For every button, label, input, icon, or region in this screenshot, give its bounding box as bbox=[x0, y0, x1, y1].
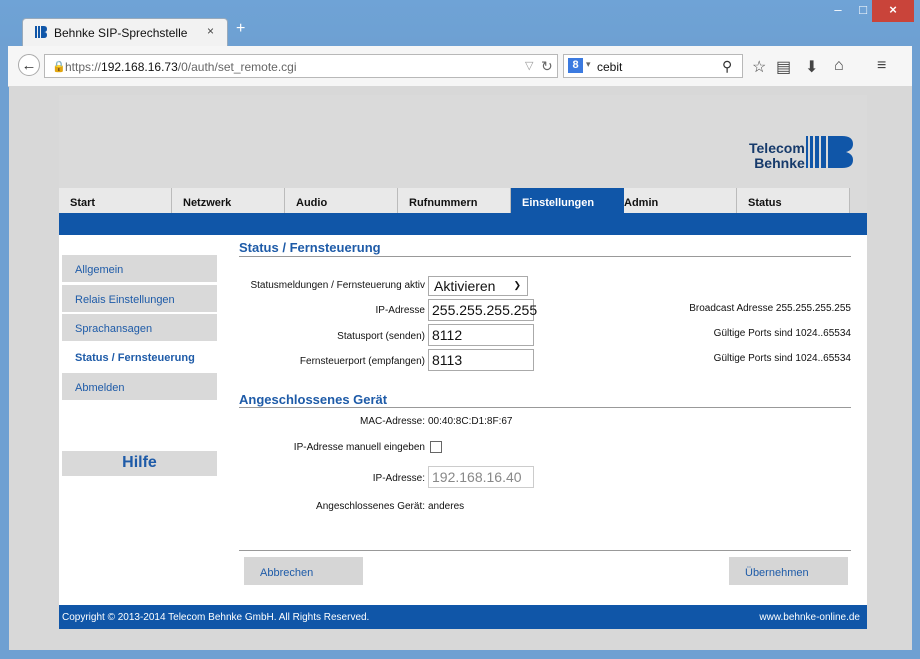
menu-icon[interactable]: ≡ bbox=[877, 57, 886, 75]
divider bbox=[239, 256, 851, 257]
statusport-hint: Gültige Ports sind 1024..65534 bbox=[713, 328, 851, 339]
divider bbox=[239, 550, 851, 551]
tab-netzwerk[interactable]: Netzwerk bbox=[172, 188, 285, 213]
section-title-status: Status / Fernsteuerung bbox=[239, 240, 381, 255]
tab-rufnummern[interactable]: Rufnummern bbox=[398, 188, 511, 213]
home-icon[interactable]: ⌂ bbox=[834, 57, 844, 75]
help-button[interactable]: Hilfe bbox=[62, 451, 217, 476]
device-ip-label: IP-Adresse: bbox=[372, 473, 425, 484]
remoteport-input[interactable]: 8113 bbox=[428, 349, 534, 371]
tab-status[interactable]: Status bbox=[737, 188, 850, 213]
search-input[interactable]: cebit bbox=[597, 60, 622, 74]
lock-icon: 🔒 bbox=[52, 61, 66, 73]
reading-list-icon[interactable]: ▤ bbox=[776, 57, 791, 77]
website-link[interactable]: www.behnke-online.de bbox=[759, 612, 860, 623]
tab-close-icon[interactable]: × bbox=[207, 24, 214, 38]
mac-value: 00:40:8C:D1:8F:67 bbox=[428, 416, 513, 427]
sidebar-item-relais[interactable]: Relais Einstellungen bbox=[62, 285, 217, 312]
ip-address-input[interactable]: 255.255.255.255 bbox=[428, 299, 537, 321]
tab-audio[interactable]: Audio bbox=[285, 188, 398, 213]
minimize-button[interactable]: – bbox=[826, 0, 850, 22]
search-engine-dropdown-icon[interactable]: ▾ bbox=[586, 59, 591, 70]
download-icon[interactable]: ⬇ bbox=[805, 57, 818, 77]
sidebar-item-allgemein[interactable]: Allgemein bbox=[62, 255, 217, 282]
search-bar[interactable]: 8 ▾ cebit ⚲ bbox=[563, 54, 743, 78]
browser-toolbar: ← 🔒 https://192.168.16.73/0/auth/set_rem… bbox=[8, 46, 912, 87]
nav-underline-bar bbox=[59, 213, 867, 235]
page-content: Telecom Behnke Start Netzwerk Audio Rufn… bbox=[9, 86, 912, 650]
page-header: Telecom Behnke bbox=[59, 95, 867, 188]
cancel-button[interactable]: Abbrechen bbox=[244, 557, 363, 585]
behnke-favicon-icon bbox=[35, 26, 47, 38]
manual-ip-label: IP-Adresse manuell eingeben bbox=[293, 442, 425, 453]
search-go-icon[interactable]: ⚲ bbox=[722, 58, 732, 75]
telecom-behnke-logo-icon bbox=[806, 136, 853, 168]
sidebar-item-sprachansagen[interactable]: Sprachansagen bbox=[62, 314, 217, 341]
title-bar: Behnke SIP-Sprechstelle × + – □ × bbox=[0, 0, 920, 46]
apply-button[interactable]: Übernehmen bbox=[729, 557, 848, 585]
new-tab-icon[interactable]: + bbox=[236, 20, 245, 38]
sidebar-item-abmelden[interactable]: Abmelden bbox=[62, 373, 217, 400]
sidebar-item-status-fernsteuerung[interactable]: Status / Fernsteuerung bbox=[62, 343, 217, 370]
google-icon[interactable]: 8 bbox=[568, 58, 583, 73]
url-bar[interactable]: 🔒 https://192.168.16.73/0/auth/set_remot… bbox=[44, 54, 558, 78]
device-type-label: Angeschlossenes Gerät: bbox=[316, 501, 425, 512]
device-ip-input[interactable]: 192.168.16.40 bbox=[428, 466, 534, 488]
copyright-text: Copyright © 2013-2014 Telecom Behnke Gmb… bbox=[62, 612, 370, 623]
browser-window: Behnke SIP-Sprechstelle × + – □ × ← 🔒 ht… bbox=[0, 0, 920, 659]
manual-ip-checkbox[interactable] bbox=[430, 441, 442, 453]
remoteport-hint: Gültige Ports sind 1024..65534 bbox=[713, 353, 851, 364]
bookmark-star-icon[interactable]: ☆ bbox=[752, 57, 766, 77]
url-dropdown-icon[interactable]: ▽ bbox=[525, 59, 533, 72]
chevron-down-icon: ❯ bbox=[513, 280, 521, 290]
main-nav: Start Netzwerk Audio Rufnummern Einstell… bbox=[59, 188, 867, 213]
main-panel: Allgemein Relais Einstellungen Sprachans… bbox=[59, 235, 867, 605]
divider bbox=[239, 407, 851, 408]
status-active-select[interactable]: Aktivieren ❯ bbox=[428, 276, 528, 296]
tab-admin[interactable]: Admin bbox=[624, 188, 737, 213]
status-active-label: Statusmeldungen / Fernsteuerung aktiv bbox=[250, 280, 425, 291]
section-title-device: Angeschlossenes Gerät bbox=[239, 392, 388, 407]
back-button[interactable]: ← bbox=[18, 54, 40, 76]
tab-start[interactable]: Start bbox=[59, 188, 172, 213]
browser-tab[interactable]: Behnke SIP-Sprechstelle × bbox=[22, 18, 228, 46]
device-type-value: anderes bbox=[428, 501, 465, 512]
url-text: https://192.168.16.73/0/auth/set_remote.… bbox=[65, 60, 297, 74]
reload-icon[interactable]: ↻ bbox=[541, 58, 553, 75]
mac-label: MAC-Adresse: bbox=[359, 416, 425, 427]
statusport-label: Statusport (senden) bbox=[337, 331, 425, 342]
tab-title: Behnke SIP-Sprechstelle bbox=[54, 26, 188, 40]
close-window-button[interactable]: × bbox=[872, 0, 914, 22]
ip-label: IP-Adresse bbox=[375, 305, 425, 316]
remoteport-label: Fernsteuerport (empfangen) bbox=[299, 356, 425, 367]
tab-einstellungen[interactable]: Einstellungen bbox=[511, 188, 624, 213]
logo-text: Telecom Behnke bbox=[749, 140, 805, 171]
ip-hint: Broadcast Adresse 255.255.255.255 bbox=[689, 303, 851, 314]
statusport-input[interactable]: 8112 bbox=[428, 324, 534, 346]
page-footer: Copyright © 2013-2014 Telecom Behnke Gmb… bbox=[59, 605, 867, 629]
